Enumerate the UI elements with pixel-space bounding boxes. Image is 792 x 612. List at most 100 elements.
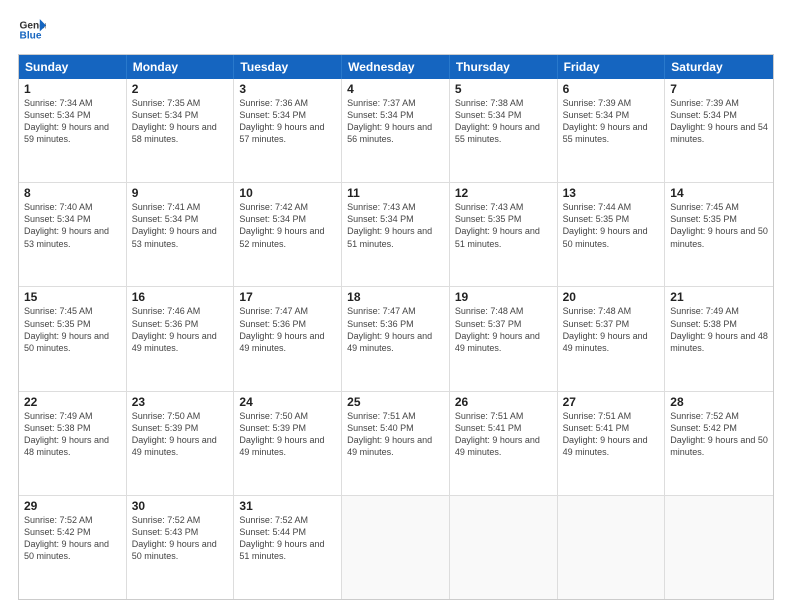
day-number: 17 [239, 290, 336, 304]
day-21: 21Sunrise: 7:49 AMSunset: 5:38 PMDayligh… [665, 287, 773, 390]
day-number: 6 [563, 82, 660, 96]
day-16: 16Sunrise: 7:46 AMSunset: 5:36 PMDayligh… [127, 287, 235, 390]
day-number: 29 [24, 499, 121, 513]
day-number: 2 [132, 82, 229, 96]
day-info: Sunrise: 7:48 AMSunset: 5:37 PMDaylight:… [455, 305, 552, 354]
calendar-header: SundayMondayTuesdayWednesdayThursdayFrid… [19, 55, 773, 79]
day-number: 5 [455, 82, 552, 96]
empty-day [558, 496, 666, 599]
day-info: Sunrise: 7:43 AMSunset: 5:35 PMDaylight:… [455, 201, 552, 250]
day-info: Sunrise: 7:52 AMSunset: 5:42 PMDaylight:… [24, 514, 121, 563]
day-info: Sunrise: 7:50 AMSunset: 5:39 PMDaylight:… [239, 410, 336, 459]
day-10: 10Sunrise: 7:42 AMSunset: 5:34 PMDayligh… [234, 183, 342, 286]
day-info: Sunrise: 7:41 AMSunset: 5:34 PMDaylight:… [132, 201, 229, 250]
day-29: 29Sunrise: 7:52 AMSunset: 5:42 PMDayligh… [19, 496, 127, 599]
day-number: 8 [24, 186, 121, 200]
day-5: 5Sunrise: 7:38 AMSunset: 5:34 PMDaylight… [450, 79, 558, 182]
day-info: Sunrise: 7:49 AMSunset: 5:38 PMDaylight:… [670, 305, 768, 354]
calendar: SundayMondayTuesdayWednesdayThursdayFrid… [18, 54, 774, 600]
day-number: 23 [132, 395, 229, 409]
empty-day [342, 496, 450, 599]
day-info: Sunrise: 7:51 AMSunset: 5:41 PMDaylight:… [563, 410, 660, 459]
header: General Blue [18, 16, 774, 44]
day-17: 17Sunrise: 7:47 AMSunset: 5:36 PMDayligh… [234, 287, 342, 390]
day-23: 23Sunrise: 7:50 AMSunset: 5:39 PMDayligh… [127, 392, 235, 495]
day-info: Sunrise: 7:39 AMSunset: 5:34 PMDaylight:… [563, 97, 660, 146]
day-number: 10 [239, 186, 336, 200]
day-info: Sunrise: 7:51 AMSunset: 5:41 PMDaylight:… [455, 410, 552, 459]
day-number: 30 [132, 499, 229, 513]
day-6: 6Sunrise: 7:39 AMSunset: 5:34 PMDaylight… [558, 79, 666, 182]
day-info: Sunrise: 7:51 AMSunset: 5:40 PMDaylight:… [347, 410, 444, 459]
day-info: Sunrise: 7:47 AMSunset: 5:36 PMDaylight:… [239, 305, 336, 354]
day-info: Sunrise: 7:35 AMSunset: 5:34 PMDaylight:… [132, 97, 229, 146]
day-12: 12Sunrise: 7:43 AMSunset: 5:35 PMDayligh… [450, 183, 558, 286]
day-info: Sunrise: 7:38 AMSunset: 5:34 PMDaylight:… [455, 97, 552, 146]
day-info: Sunrise: 7:52 AMSunset: 5:44 PMDaylight:… [239, 514, 336, 563]
day-info: Sunrise: 7:36 AMSunset: 5:34 PMDaylight:… [239, 97, 336, 146]
day-30: 30Sunrise: 7:52 AMSunset: 5:43 PMDayligh… [127, 496, 235, 599]
day-14: 14Sunrise: 7:45 AMSunset: 5:35 PMDayligh… [665, 183, 773, 286]
day-3: 3Sunrise: 7:36 AMSunset: 5:34 PMDaylight… [234, 79, 342, 182]
day-1: 1Sunrise: 7:34 AMSunset: 5:34 PMDaylight… [19, 79, 127, 182]
day-info: Sunrise: 7:40 AMSunset: 5:34 PMDaylight:… [24, 201, 121, 250]
day-2: 2Sunrise: 7:35 AMSunset: 5:34 PMDaylight… [127, 79, 235, 182]
day-info: Sunrise: 7:45 AMSunset: 5:35 PMDaylight:… [24, 305, 121, 354]
calendar-body: 1Sunrise: 7:34 AMSunset: 5:34 PMDaylight… [19, 79, 773, 599]
day-number: 18 [347, 290, 444, 304]
day-4: 4Sunrise: 7:37 AMSunset: 5:34 PMDaylight… [342, 79, 450, 182]
day-7: 7Sunrise: 7:39 AMSunset: 5:34 PMDaylight… [665, 79, 773, 182]
day-31: 31Sunrise: 7:52 AMSunset: 5:44 PMDayligh… [234, 496, 342, 599]
day-number: 31 [239, 499, 336, 513]
day-info: Sunrise: 7:49 AMSunset: 5:38 PMDaylight:… [24, 410, 121, 459]
day-number: 19 [455, 290, 552, 304]
day-info: Sunrise: 7:37 AMSunset: 5:34 PMDaylight:… [347, 97, 444, 146]
day-number: 3 [239, 82, 336, 96]
day-number: 4 [347, 82, 444, 96]
day-22: 22Sunrise: 7:49 AMSunset: 5:38 PMDayligh… [19, 392, 127, 495]
day-number: 16 [132, 290, 229, 304]
day-number: 24 [239, 395, 336, 409]
day-number: 27 [563, 395, 660, 409]
day-15: 15Sunrise: 7:45 AMSunset: 5:35 PMDayligh… [19, 287, 127, 390]
day-number: 13 [563, 186, 660, 200]
day-number: 25 [347, 395, 444, 409]
header-cell-monday: Monday [127, 55, 235, 79]
header-cell-wednesday: Wednesday [342, 55, 450, 79]
day-11: 11Sunrise: 7:43 AMSunset: 5:34 PMDayligh… [342, 183, 450, 286]
day-18: 18Sunrise: 7:47 AMSunset: 5:36 PMDayligh… [342, 287, 450, 390]
day-info: Sunrise: 7:52 AMSunset: 5:43 PMDaylight:… [132, 514, 229, 563]
header-cell-tuesday: Tuesday [234, 55, 342, 79]
day-info: Sunrise: 7:52 AMSunset: 5:42 PMDaylight:… [670, 410, 768, 459]
day-info: Sunrise: 7:34 AMSunset: 5:34 PMDaylight:… [24, 97, 121, 146]
header-cell-friday: Friday [558, 55, 666, 79]
svg-text:Blue: Blue [20, 31, 42, 42]
day-info: Sunrise: 7:44 AMSunset: 5:35 PMDaylight:… [563, 201, 660, 250]
day-number: 14 [670, 186, 768, 200]
week-row-1: 1Sunrise: 7:34 AMSunset: 5:34 PMDaylight… [19, 79, 773, 182]
day-26: 26Sunrise: 7:51 AMSunset: 5:41 PMDayligh… [450, 392, 558, 495]
day-number: 21 [670, 290, 768, 304]
empty-day [450, 496, 558, 599]
day-number: 15 [24, 290, 121, 304]
week-row-2: 8Sunrise: 7:40 AMSunset: 5:34 PMDaylight… [19, 182, 773, 286]
day-number: 12 [455, 186, 552, 200]
day-28: 28Sunrise: 7:52 AMSunset: 5:42 PMDayligh… [665, 392, 773, 495]
week-row-5: 29Sunrise: 7:52 AMSunset: 5:42 PMDayligh… [19, 495, 773, 599]
header-cell-saturday: Saturday [665, 55, 773, 79]
day-number: 20 [563, 290, 660, 304]
day-25: 25Sunrise: 7:51 AMSunset: 5:40 PMDayligh… [342, 392, 450, 495]
day-20: 20Sunrise: 7:48 AMSunset: 5:37 PMDayligh… [558, 287, 666, 390]
day-number: 1 [24, 82, 121, 96]
day-13: 13Sunrise: 7:44 AMSunset: 5:35 PMDayligh… [558, 183, 666, 286]
day-number: 22 [24, 395, 121, 409]
day-number: 26 [455, 395, 552, 409]
day-info: Sunrise: 7:46 AMSunset: 5:36 PMDaylight:… [132, 305, 229, 354]
empty-day [665, 496, 773, 599]
day-number: 28 [670, 395, 768, 409]
day-number: 9 [132, 186, 229, 200]
week-row-4: 22Sunrise: 7:49 AMSunset: 5:38 PMDayligh… [19, 391, 773, 495]
day-info: Sunrise: 7:50 AMSunset: 5:39 PMDaylight:… [132, 410, 229, 459]
header-cell-sunday: Sunday [19, 55, 127, 79]
day-info: Sunrise: 7:45 AMSunset: 5:35 PMDaylight:… [670, 201, 768, 250]
